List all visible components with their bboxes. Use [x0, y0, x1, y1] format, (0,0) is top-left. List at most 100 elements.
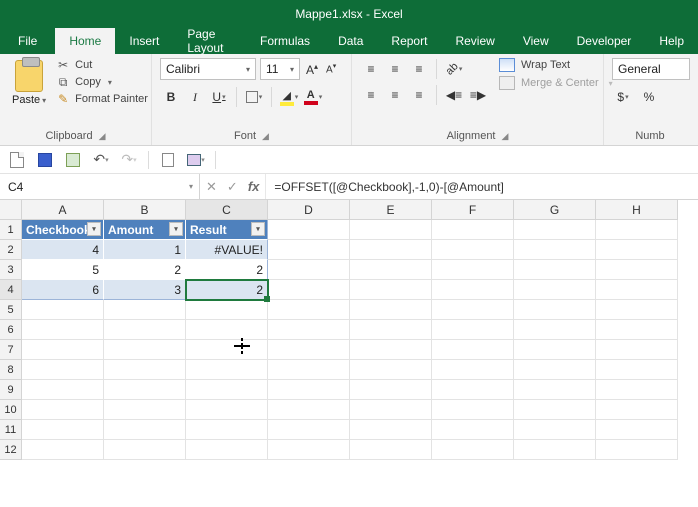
- column-header-F[interactable]: F: [432, 200, 514, 220]
- cell-H12[interactable]: [596, 440, 678, 460]
- cell-A12[interactable]: [22, 440, 104, 460]
- cell-G10[interactable]: [514, 400, 596, 420]
- cell-H4[interactable]: [596, 280, 678, 300]
- row-header-2[interactable]: 2: [0, 240, 22, 260]
- column-header-A[interactable]: A: [22, 200, 104, 220]
- cell-E6[interactable]: [350, 320, 432, 340]
- dialog-launcher-icon[interactable]: ◢: [99, 131, 106, 142]
- cell-A10[interactable]: [22, 400, 104, 420]
- cell-C7[interactable]: [186, 340, 268, 360]
- cell-F12[interactable]: [432, 440, 514, 460]
- cell-A5[interactable]: [22, 300, 104, 320]
- align-right-button[interactable]: ≡: [408, 84, 430, 106]
- cell-D5[interactable]: [268, 300, 350, 320]
- cell-G3[interactable]: [514, 260, 596, 280]
- font-size-combo[interactable]: 11▾: [260, 58, 300, 80]
- cell-E4[interactable]: [350, 280, 432, 300]
- copy-button[interactable]: Copy▾: [56, 75, 148, 89]
- new-file-button[interactable]: [8, 151, 26, 169]
- cell-D7[interactable]: [268, 340, 350, 360]
- cell-A1[interactable]: Checkbook▾: [22, 220, 104, 240]
- paste-button[interactable]: Paste▾: [8, 58, 50, 108]
- cell-H7[interactable]: [596, 340, 678, 360]
- cell-C8[interactable]: [186, 360, 268, 380]
- switch-windows-button[interactable]: [64, 151, 82, 169]
- undo-button[interactable]: ↶▾: [92, 151, 110, 169]
- cell-G11[interactable]: [514, 420, 596, 440]
- cell-A4[interactable]: 6: [22, 280, 104, 300]
- cell-F3[interactable]: [432, 260, 514, 280]
- cell-A8[interactable]: [22, 360, 104, 380]
- cell-D4[interactable]: [268, 280, 350, 300]
- tab-help[interactable]: Help: [645, 28, 698, 54]
- cell-B10[interactable]: [104, 400, 186, 420]
- dialog-launcher-icon[interactable]: ◢: [502, 131, 509, 142]
- cell-E1[interactable]: [350, 220, 432, 240]
- qat-custom-2[interactable]: ▾: [187, 151, 205, 169]
- align-bottom-button[interactable]: ≡: [408, 58, 430, 80]
- merge-center-button[interactable]: Merge & Center▾: [499, 76, 613, 90]
- worksheet-grid[interactable]: ABCDEFGH 123456789101112 Checkbook▾Amoun…: [0, 200, 698, 507]
- cell-A7[interactable]: [22, 340, 104, 360]
- cell-F11[interactable]: [432, 420, 514, 440]
- filter-dropdown-icon[interactable]: ▾: [251, 222, 265, 236]
- column-header-G[interactable]: G: [514, 200, 596, 220]
- cell-D9[interactable]: [268, 380, 350, 400]
- column-header-C[interactable]: C: [186, 200, 268, 220]
- cell-A3[interactable]: 5: [22, 260, 104, 280]
- row-header-12[interactable]: 12: [0, 440, 22, 460]
- cell-E8[interactable]: [350, 360, 432, 380]
- cell-F10[interactable]: [432, 400, 514, 420]
- bold-button[interactable]: B: [160, 86, 182, 108]
- redo-button[interactable]: ↷▾: [120, 151, 138, 169]
- cut-button[interactable]: Cut: [56, 58, 148, 72]
- cell-H1[interactable]: [596, 220, 678, 240]
- orientation-button[interactable]: ab▾: [443, 58, 465, 80]
- filter-dropdown-icon[interactable]: ▾: [169, 222, 183, 236]
- percent-format-button[interactable]: %: [638, 86, 660, 108]
- cell-E3[interactable]: [350, 260, 432, 280]
- dialog-launcher-icon[interactable]: ◢: [262, 131, 269, 142]
- cell-C5[interactable]: [186, 300, 268, 320]
- formula-bar[interactable]: =OFFSET([@Checkbook],-1,0)-[@Amount]: [266, 174, 698, 199]
- cell-G7[interactable]: [514, 340, 596, 360]
- insert-function-button[interactable]: fx: [248, 179, 260, 194]
- tab-view[interactable]: View: [509, 28, 563, 54]
- cell-E7[interactable]: [350, 340, 432, 360]
- cell-C10[interactable]: [186, 400, 268, 420]
- cell-E12[interactable]: [350, 440, 432, 460]
- cell-B4[interactable]: 3: [104, 280, 186, 300]
- cell-B11[interactable]: [104, 420, 186, 440]
- cell-D1[interactable]: [268, 220, 350, 240]
- cell-B1[interactable]: Amount▾: [104, 220, 186, 240]
- row-header-8[interactable]: 8: [0, 360, 22, 380]
- cell-B3[interactable]: 2: [104, 260, 186, 280]
- cell-F9[interactable]: [432, 380, 514, 400]
- cell-C12[interactable]: [186, 440, 268, 460]
- row-header-3[interactable]: 3: [0, 260, 22, 280]
- cancel-formula-button[interactable]: ✕: [206, 179, 217, 195]
- row-header-7[interactable]: 7: [0, 340, 22, 360]
- cell-E10[interactable]: [350, 400, 432, 420]
- align-center-button[interactable]: ≡: [384, 84, 406, 106]
- number-format-combo[interactable]: General: [612, 58, 690, 80]
- tab-data[interactable]: Data: [324, 28, 377, 54]
- tab-file[interactable]: File: [0, 28, 55, 54]
- format-painter-button[interactable]: Format Painter: [56, 92, 148, 106]
- align-middle-button[interactable]: ≡: [384, 58, 406, 80]
- cell-A9[interactable]: [22, 380, 104, 400]
- fill-color-button[interactable]: ◢▾: [278, 86, 300, 108]
- name-box[interactable]: C4 ▾: [0, 174, 200, 199]
- cell-E9[interactable]: [350, 380, 432, 400]
- chevron-down-icon[interactable]: ▾: [108, 78, 112, 87]
- cell-B6[interactable]: [104, 320, 186, 340]
- increase-font-button[interactable]: A▴: [304, 62, 320, 77]
- row-header-4[interactable]: 4: [0, 280, 22, 300]
- align-left-button[interactable]: ≡: [360, 84, 382, 106]
- row-header-1[interactable]: 1: [0, 220, 22, 240]
- font-name-combo[interactable]: Calibri▾: [160, 58, 256, 80]
- cell-C4[interactable]: 2: [186, 280, 268, 300]
- cell-A6[interactable]: [22, 320, 104, 340]
- cell-E2[interactable]: [350, 240, 432, 260]
- cell-G12[interactable]: [514, 440, 596, 460]
